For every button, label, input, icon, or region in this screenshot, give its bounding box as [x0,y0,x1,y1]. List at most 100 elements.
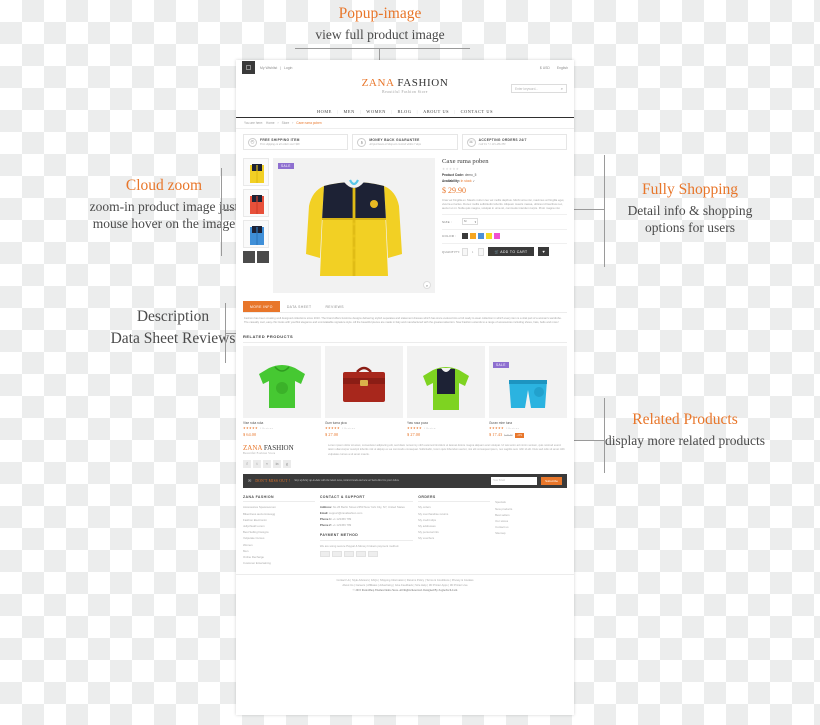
swatch-dark[interactable] [462,233,468,240]
service-title: FREE SHIPPING ITEM [260,138,300,142]
list-item[interactable]: Best Selling Designs [243,530,315,534]
newsletter-sub: Stay stylishly up-to-date with the lates… [294,479,400,483]
subscribe-button[interactable]: Subscribe [541,476,562,485]
list-item[interactable]: Best sellers [495,513,567,517]
nav-item-about[interactable]: ABOUT US [423,109,449,114]
list-item[interactable]: My merchandise returns [418,512,490,516]
related-price: $ 17.43 $ 20.50 -15% [489,431,525,438]
currency-selector[interactable]: $ USD [540,66,550,70]
quantity-stepper-down[interactable] [462,247,468,256]
list-item[interactable]: My credit slips [418,518,490,522]
product-code: Product Code: demo_5 [442,173,477,177]
breadcrumb-home[interactable]: Home [266,121,275,125]
google-plus-icon[interactable]: g [283,459,291,468]
breadcrumb-prefix: You are here: [244,121,264,125]
related-card[interactable]: Yaw rusa poza ★★★★★ 1 Review $ 27.00 [407,345,485,437]
list-item[interactable]: My personal info [418,530,490,534]
footer-col-title: ZANA FASHION [243,495,315,503]
related-image[interactable] [407,345,485,418]
breadcrumb-store[interactable]: Store [282,121,290,125]
nav-item-home[interactable]: HOME [317,109,332,114]
list-item[interactable]: New products [495,507,567,511]
nav-item-men[interactable]: MEN [343,109,354,114]
swatch-orange[interactable] [470,233,476,240]
annotation-cloud-title: Cloud zoom [125,177,203,194]
related-name[interactable]: Gum tuma pica [325,421,403,425]
list-item[interactable]: My vouchers [418,536,490,540]
size-row: SIZE : M ▾ [442,214,567,226]
list-item[interactable]: Jellychuall Lorem [243,524,315,528]
tab-more-info[interactable]: MORE INFO [243,301,280,312]
bottom-links-row-2[interactable]: About Us | Careers | Affiliates | Advert… [243,584,567,587]
contact-address: Address: No 26 Berlin Street 2353 New Yo… [319,505,405,510]
swatch-yellow[interactable] [486,233,492,240]
my-wishlist-link[interactable]: My Wishlist [260,66,277,70]
quantity-stepper-up[interactable] [477,247,484,256]
tab-data-sheet[interactable]: DATA SHEET [280,301,319,312]
product-title: Caxe ruma poben [442,158,489,165]
quantity-label: QUANTITY: [442,249,461,254]
list-item[interactable]: Customer Entertaining [243,561,315,565]
list-item[interactable]: Fashion Electronim [243,518,315,522]
language-selector[interactable]: English [557,66,568,70]
list-item[interactable]: My addresses [418,524,490,528]
size-select[interactable]: M ▾ [462,218,478,226]
annotation-popup-image: Popup-image view full product image [300,4,460,43]
thumbnail-extra-pair[interactable] [243,251,269,263]
list-item[interactable]: Specials [495,500,567,504]
swatch-blue[interactable] [478,233,484,240]
footer-bottom: Contact Us | Style Advisors | FAQs | Shi… [236,574,574,598]
search-icon[interactable]: ⌕ [561,86,563,91]
zoom-icon[interactable]: ⌕ [423,281,431,289]
swatch-magenta[interactable] [494,233,500,240]
contact-phone-1: Phone 1: +1 123456 789 [319,517,352,522]
list-item[interactable]: Contact us [495,525,567,529]
headset-icon: ☏ [466,137,476,147]
related-card[interactable]: Vise ruka ruka ★★★★★ 2 Reviews $ 64.00 [243,345,321,437]
annotation-related-products: Related Products display more related pr… [600,410,770,449]
list-item[interactable]: Vulputate Cursus [243,536,315,540]
facebook-icon[interactable]: f [243,459,251,468]
related-card[interactable]: Gum tuma pica ★★★★★ 2 Reviews $ 27.00 [325,345,403,437]
related-image[interactable] [325,345,403,418]
related-name[interactable]: Yaw rusa poza [407,421,485,425]
related-name[interactable]: Guran mire tuna [489,421,567,425]
website-mockup: f t p My Wishlist | Login $ USD English … [236,60,574,715]
heart-icon[interactable]: ♥ [538,247,549,257]
thumbnail-blue[interactable] [243,220,269,248]
nav-item-blog[interactable]: BLOG [397,109,411,114]
related-image[interactable]: SALE [489,345,567,418]
quantity-row: QUANTITY: 1 🛒 ADD TO CART ♥ [442,243,567,257]
list-item[interactable]: Online Recharge [243,555,315,559]
linkedin-icon[interactable]: in [273,459,281,468]
color-swatches[interactable] [462,233,500,240]
tab-reviews[interactable]: REVIEWS [318,301,350,312]
thumbnail-red[interactable] [243,189,269,217]
list-item[interactable]: Our stores [495,519,567,523]
list-item[interactable]: Bikerdress auctormsiesgg [243,512,315,516]
newsletter-email-input[interactable]: Your Email [491,476,538,485]
list-item[interactable]: My orders [418,505,490,509]
login-link[interactable]: Login [284,66,292,70]
add-to-cart-button[interactable]: 🛒 ADD TO CART [487,247,535,257]
list-item[interactable]: Women [243,543,315,547]
amex-icon [367,550,378,557]
annotation-popup-title: Popup-image [338,5,422,22]
product-illustration [294,158,414,293]
nav-item-women[interactable]: WOMEN [366,109,386,114]
related-image[interactable] [243,345,321,418]
service-sub: Call Us +1 123-456-789 [478,143,506,146]
envelope-icon: ✉ [248,478,252,484]
rss-icon[interactable]: ≈ [263,459,271,468]
list-item[interactable]: Men [243,549,315,553]
list-item[interactable]: Sitemap [495,531,567,535]
list-item[interactable]: Accessoires Spacewomen [243,505,315,509]
thumbnail-yellow[interactable] [243,158,269,186]
bottom-links-row-1[interactable]: Contact Us | Style Advisors | FAQs | Shi… [243,579,567,582]
nav-item-contact[interactable]: CONTACT US [461,109,493,114]
search-input[interactable]: Enter keyword... ⌕ [511,84,567,93]
related-card[interactable]: SALE Guran mire tuna ★★★★★ 3 Reviews $ 17… [489,345,567,438]
twitter-icon[interactable]: t [253,459,261,468]
related-name[interactable]: Vise ruka ruka [243,421,321,425]
main-product-image[interactable]: SALE ⌕ [273,158,435,293]
